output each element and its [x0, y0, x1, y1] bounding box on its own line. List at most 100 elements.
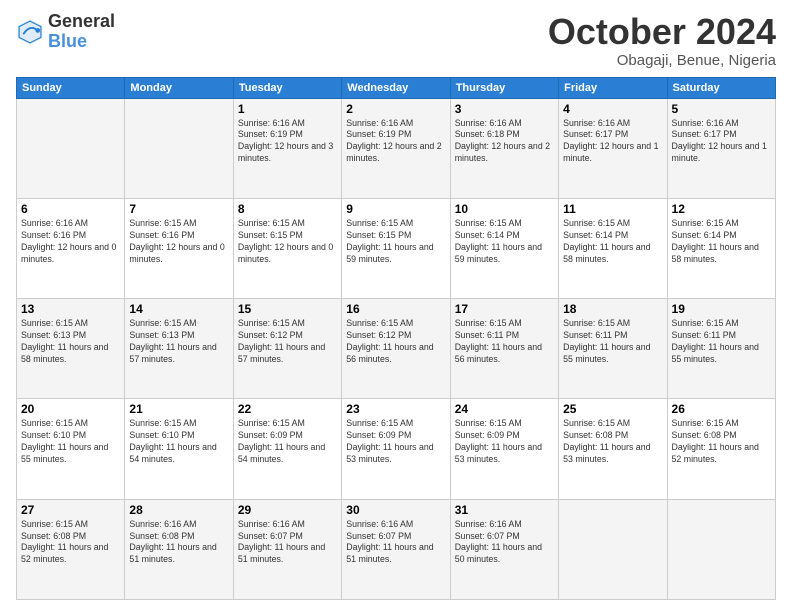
calendar-cell [125, 98, 233, 198]
calendar-cell: 23Sunrise: 6:15 AM Sunset: 6:09 PM Dayli… [342, 399, 450, 499]
calendar-cell: 15Sunrise: 6:15 AM Sunset: 6:12 PM Dayli… [233, 299, 341, 399]
day-info: Sunrise: 6:15 AM Sunset: 6:16 PM Dayligh… [129, 218, 228, 266]
title-block: October 2024 Obagaji, Benue, Nigeria [548, 12, 776, 69]
day-number: 22 [238, 402, 337, 416]
day-number: 25 [563, 402, 662, 416]
calendar-cell: 30 Sunrise: 6:16 AM Sunset: 6:07 PM Dayli… [342, 499, 450, 599]
day-number: 11 [563, 202, 662, 216]
day-info: Sunrise: 6:16 AM Sunset: 6:17 PM Dayligh… [672, 118, 771, 166]
day-info: Sunrise: 6:16 AM Sunset: 6:07 PM Dayligh… [238, 519, 337, 567]
day-number: 17 [455, 302, 554, 316]
week-row-5: 27 Sunrise: 6:15 AM Sunset: 6:08 PM Dayli… [17, 499, 776, 599]
calendar-cell [559, 499, 667, 599]
week-row-4: 20 Sunrise: 6:15 AM Sunset: 6:10 PM Dayli… [17, 399, 776, 499]
col-sunday: Sunday [17, 77, 125, 98]
day-number: 27 [21, 503, 120, 517]
calendar-cell: 18 Sunrise: 6:15 AM Sunset: 6:11 PM Dayli… [559, 299, 667, 399]
calendar-cell: 13 Sunrise: 6:15 AM Sunset: 6:13 PM Dayli… [17, 299, 125, 399]
calendar-cell: 7 Sunrise: 6:15 AM Sunset: 6:16 PM Daylig… [125, 198, 233, 298]
day-number: 23 [346, 402, 445, 416]
logo-general: General [48, 12, 115, 32]
day-info: Sunrise: 6:16 AM Sunset: 6:17 PM Dayligh… [563, 118, 662, 166]
day-info: Sunrise: 6:16 AM Sunset: 6:08 PM Dayligh… [129, 519, 228, 567]
day-info: Sunrise: 6:15 AM Sunset: 6:12 PM Dayligh… [346, 318, 445, 366]
calendar-cell: 1Sunrise: 6:16 AM Sunset: 6:19 PM Daylig… [233, 98, 341, 198]
day-info: Sunrise: 6:16 AM Sunset: 6:07 PM Dayligh… [455, 519, 554, 567]
calendar-cell: 16Sunrise: 6:15 AM Sunset: 6:12 PM Dayli… [342, 299, 450, 399]
day-info: Sunrise: 6:15 AM Sunset: 6:14 PM Dayligh… [672, 218, 771, 266]
day-number: 26 [672, 402, 771, 416]
week-row-1: 1Sunrise: 6:16 AM Sunset: 6:19 PM Daylig… [17, 98, 776, 198]
day-number: 19 [672, 302, 771, 316]
day-info: Sunrise: 6:15 AM Sunset: 6:11 PM Dayligh… [672, 318, 771, 366]
logo-blue: Blue [48, 32, 115, 52]
calendar-cell: 24 Sunrise: 6:15 AM Sunset: 6:09 PM Dayli… [450, 399, 558, 499]
day-number: 20 [21, 402, 120, 416]
day-number: 29 [238, 503, 337, 517]
day-number: 2 [346, 102, 445, 116]
calendar-cell: 2 Sunrise: 6:16 AM Sunset: 6:19 PM Daylig… [342, 98, 450, 198]
calendar-cell: 5 Sunrise: 6:16 AM Sunset: 6:17 PM Daylig… [667, 98, 775, 198]
logo-icon [16, 18, 44, 46]
logo-text: General Blue [48, 12, 115, 52]
day-info: Sunrise: 6:15 AM Sunset: 6:12 PM Dayligh… [238, 318, 337, 366]
day-info: Sunrise: 6:15 AM Sunset: 6:10 PM Dayligh… [21, 418, 120, 466]
day-info: Sunrise: 6:16 AM Sunset: 6:19 PM Dayligh… [346, 118, 445, 166]
day-info: Sunrise: 6:16 AM Sunset: 6:16 PM Dayligh… [21, 218, 120, 266]
day-number: 8 [238, 202, 337, 216]
day-number: 7 [129, 202, 228, 216]
col-wednesday: Wednesday [342, 77, 450, 98]
col-friday: Friday [559, 77, 667, 98]
day-number: 30 [346, 503, 445, 517]
calendar-cell: 12 Sunrise: 6:15 AM Sunset: 6:14 PM Dayli… [667, 198, 775, 298]
calendar-cell: 11Sunrise: 6:15 AM Sunset: 6:14 PM Dayli… [559, 198, 667, 298]
calendar-cell: 25 Sunrise: 6:15 AM Sunset: 6:08 PM Dayli… [559, 399, 667, 499]
calendar-cell: 31 Sunrise: 6:16 AM Sunset: 6:07 PM Dayli… [450, 499, 558, 599]
col-monday: Monday [125, 77, 233, 98]
subtitle: Obagaji, Benue, Nigeria [548, 52, 776, 69]
day-number: 21 [129, 402, 228, 416]
day-info: Sunrise: 6:15 AM Sunset: 6:13 PM Dayligh… [129, 318, 228, 366]
calendar-cell: 21 Sunrise: 6:15 AM Sunset: 6:10 PM Dayli… [125, 399, 233, 499]
day-info: Sunrise: 6:15 AM Sunset: 6:11 PM Dayligh… [563, 318, 662, 366]
day-number: 28 [129, 503, 228, 517]
calendar-cell: 20 Sunrise: 6:15 AM Sunset: 6:10 PM Dayli… [17, 399, 125, 499]
day-info: Sunrise: 6:15 AM Sunset: 6:08 PM Dayligh… [21, 519, 120, 567]
day-info: Sunrise: 6:15 AM Sunset: 6:15 PM Dayligh… [346, 218, 445, 266]
day-number: 3 [455, 102, 554, 116]
day-info: Sunrise: 6:15 AM Sunset: 6:09 PM Dayligh… [455, 418, 554, 466]
day-number: 9 [346, 202, 445, 216]
calendar-cell: 28 Sunrise: 6:16 AM Sunset: 6:08 PM Dayli… [125, 499, 233, 599]
calendar-cell [667, 499, 775, 599]
day-info: Sunrise: 6:15 AM Sunset: 6:10 PM Dayligh… [129, 418, 228, 466]
day-info: Sunrise: 6:15 AM Sunset: 6:08 PM Dayligh… [672, 418, 771, 466]
day-number: 18 [563, 302, 662, 316]
day-number: 13 [21, 302, 120, 316]
day-number: 31 [455, 503, 554, 517]
col-saturday: Saturday [667, 77, 775, 98]
day-number: 24 [455, 402, 554, 416]
header: General Blue October 2024 Obagaji, Benue… [16, 12, 776, 69]
day-number: 6 [21, 202, 120, 216]
calendar-cell: 10Sunrise: 6:15 AM Sunset: 6:14 PM Dayli… [450, 198, 558, 298]
day-info: Sunrise: 6:15 AM Sunset: 6:14 PM Dayligh… [455, 218, 554, 266]
day-info: Sunrise: 6:16 AM Sunset: 6:19 PM Dayligh… [238, 118, 337, 166]
calendar-cell: 9 Sunrise: 6:15 AM Sunset: 6:15 PM Daylig… [342, 198, 450, 298]
calendar-header-row: Sunday Monday Tuesday Wednesday Thursday… [17, 77, 776, 98]
day-info: Sunrise: 6:16 AM Sunset: 6:07 PM Dayligh… [346, 519, 445, 567]
calendar-cell: 17 Sunrise: 6:15 AM Sunset: 6:11 PM Dayli… [450, 299, 558, 399]
calendar-cell: 29 Sunrise: 6:16 AM Sunset: 6:07 PM Dayli… [233, 499, 341, 599]
day-info: Sunrise: 6:15 AM Sunset: 6:08 PM Dayligh… [563, 418, 662, 466]
calendar-cell: 14Sunrise: 6:15 AM Sunset: 6:13 PM Dayli… [125, 299, 233, 399]
day-info: Sunrise: 6:15 AM Sunset: 6:13 PM Dayligh… [21, 318, 120, 366]
day-number: 5 [672, 102, 771, 116]
day-info: Sunrise: 6:15 AM Sunset: 6:09 PM Dayligh… [238, 418, 337, 466]
page: General Blue October 2024 Obagaji, Benue… [0, 0, 792, 612]
day-info: Sunrise: 6:15 AM Sunset: 6:15 PM Dayligh… [238, 218, 337, 266]
col-tuesday: Tuesday [233, 77, 341, 98]
day-number: 12 [672, 202, 771, 216]
calendar-cell: 8 Sunrise: 6:15 AM Sunset: 6:15 PM Daylig… [233, 198, 341, 298]
calendar-cell: 27 Sunrise: 6:15 AM Sunset: 6:08 PM Dayli… [17, 499, 125, 599]
day-info: Sunrise: 6:15 AM Sunset: 6:11 PM Dayligh… [455, 318, 554, 366]
day-number: 4 [563, 102, 662, 116]
